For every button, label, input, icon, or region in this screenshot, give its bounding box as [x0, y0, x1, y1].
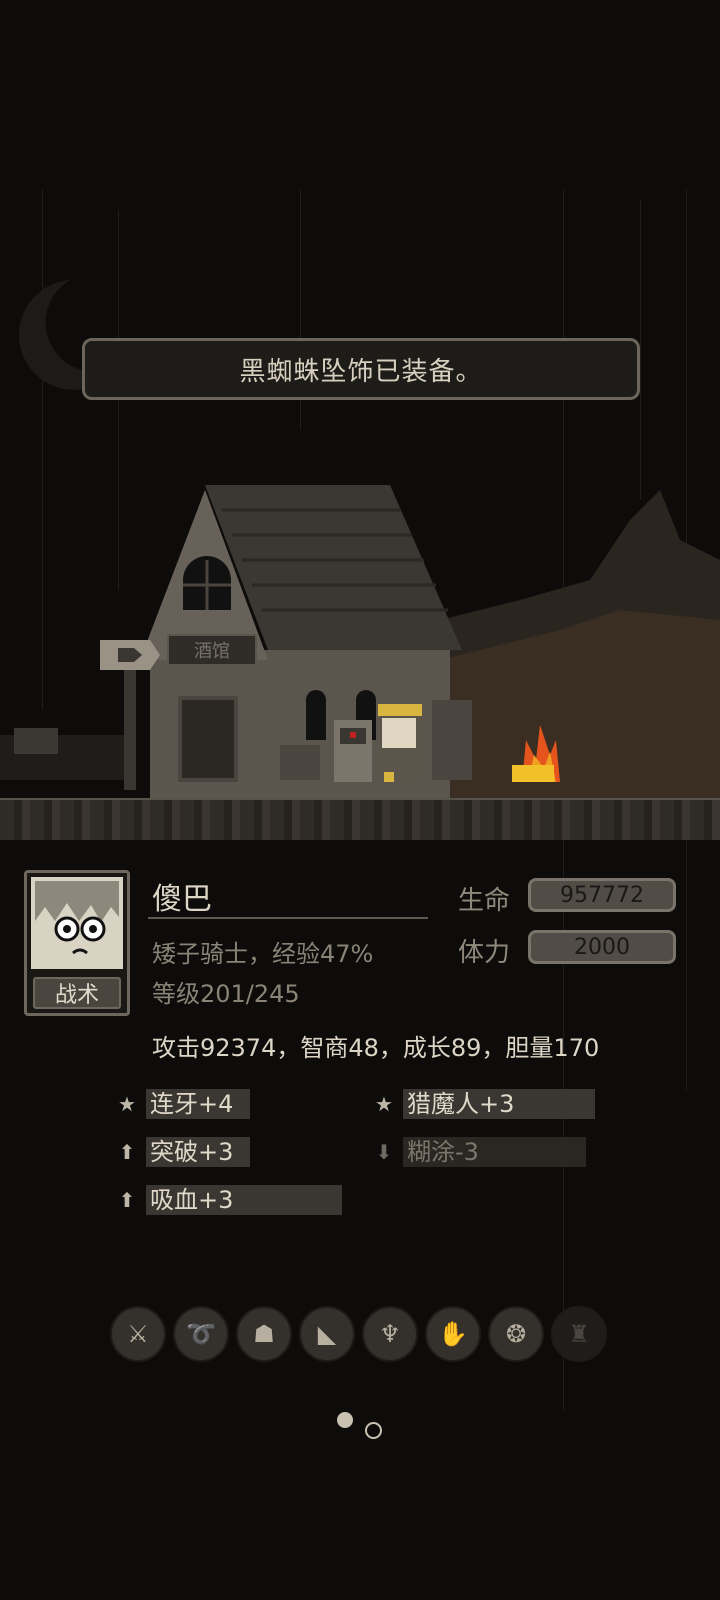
page-dot-active[interactable]: [337, 1412, 353, 1428]
level-text: 等级201/245: [152, 980, 300, 1008]
star-icon: ★: [118, 1092, 136, 1116]
trait-label: 吸血+3: [146, 1185, 342, 1215]
class-exp: 矮子骑士，经验47%: [152, 940, 374, 968]
trait-item[interactable]: ★ 连牙+4: [114, 1089, 250, 1119]
equip-slot-offhand[interactable]: ➰: [173, 1306, 229, 1362]
equip-slot-weapon[interactable]: ⚔: [110, 1306, 166, 1362]
whip-icon: ➰: [186, 1320, 216, 1348]
mailbox: [14, 728, 58, 754]
arrow-down-icon: ⬇: [375, 1140, 393, 1164]
empty-slot-icon: ♜: [568, 1320, 590, 1348]
equip-toast: 黑蜘蛛坠饰已装备。: [82, 338, 640, 400]
arrow-up-icon: ⬆: [118, 1140, 136, 1164]
trait-item[interactable]: ⬇ 糊涂-3: [371, 1137, 586, 1167]
ground: [0, 800, 720, 840]
trait-label: 猎魔人+3: [403, 1089, 595, 1119]
equip-slot-empty[interactable]: ♜: [551, 1306, 607, 1362]
helmet-icon: ☗: [253, 1320, 275, 1348]
boot-icon: ◣: [317, 1320, 337, 1348]
trait-item[interactable]: ⬆ 吸血+3: [114, 1185, 342, 1215]
character-name: 傻巴: [152, 882, 212, 917]
equip-slot-gloves[interactable]: ✋: [425, 1306, 481, 1362]
hp-value: 957772: [560, 882, 644, 908]
equip-slot-boots[interactable]: ◣: [299, 1306, 355, 1362]
game-scene: 酒馆: [0, 280, 720, 812]
trait-label: 连牙+4: [146, 1089, 250, 1119]
tavern-sign-text: 酒馆: [194, 641, 230, 662]
tactic-button[interactable]: 战术: [33, 977, 121, 1009]
trait-item[interactable]: ★ 猎魔人+3: [371, 1089, 595, 1119]
companion-sprite: [334, 720, 372, 782]
sword-icon: ⚔: [127, 1320, 149, 1348]
arrow-up-icon: ⬆: [118, 1188, 136, 1212]
necklace-icon: ❂: [505, 1320, 527, 1348]
equipment-row: ⚔ ➰ ☗ ◣ ♆ ✋ ❂ ♜: [110, 1306, 607, 1362]
cloak-icon: ♆: [379, 1320, 401, 1348]
hp-label: 生命: [458, 886, 511, 916]
crate: [432, 700, 472, 780]
character-portrait[interactable]: 战术: [24, 870, 130, 1016]
name-divider: [148, 917, 428, 919]
toast-message: 黑蜘蛛坠饰已装备。: [239, 356, 483, 387]
trait-item[interactable]: ⬆ 突破+3: [114, 1137, 250, 1167]
tactic-button-label: 战术: [54, 983, 99, 1008]
trait-label: 突破+3: [146, 1137, 250, 1167]
equip-slot-helmet[interactable]: ☗: [236, 1306, 292, 1362]
portrait-image: [31, 877, 123, 969]
stamina-label: 体力: [458, 938, 511, 968]
page-dot[interactable]: [365, 1422, 382, 1439]
hero-sprite: [378, 704, 422, 782]
equip-slot-armor[interactable]: ♆: [362, 1306, 418, 1362]
stamina-bar: 2000: [528, 930, 676, 964]
star-icon: ★: [375, 1092, 393, 1116]
equip-slot-necklace[interactable]: ❂: [488, 1306, 544, 1362]
hero-face-icon: [35, 881, 119, 955]
house-door: [178, 696, 238, 782]
attributes-line: 攻击92374，智商48，成长89，胆量170: [152, 1034, 600, 1062]
gloves-icon: ✋: [438, 1320, 468, 1348]
stamina-value: 2000: [574, 934, 630, 960]
hp-bar: 957772: [528, 878, 676, 912]
trait-label: 糊涂-3: [403, 1137, 586, 1167]
